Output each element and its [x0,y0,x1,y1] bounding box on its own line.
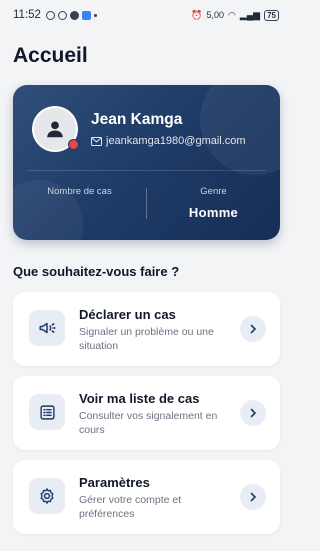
battery-level: 75 [264,9,279,21]
gear-icon [40,488,54,504]
divider [27,170,266,171]
action-description: Consulter vos signalement en cours [79,410,218,436]
case-list-card[interactable]: Voir ma liste de cas Consulter vos signa… [13,376,280,450]
stat-gender: Genre Homme [147,186,280,220]
whatsapp-icon [45,10,55,20]
declare-case-card[interactable]: Déclarer un cas Signaler un problème ou … [13,292,280,366]
page-title: Accueil [13,44,88,67]
action-title: Voir ma liste de cas [79,391,200,406]
action-icon-box [29,310,65,346]
settings-card[interactable]: Paramètres Gérer votre compte et préfére… [13,460,280,534]
user-name: Jean Kamga [91,111,183,128]
stat-case-count: Nombre de cas [13,186,146,205]
decorative-circle [200,85,280,175]
chevron-right-icon [250,492,256,502]
stat-label: Genre [200,186,227,197]
stat-label: Nombre de cas [47,186,112,197]
action-description: Gérer votre compte et préférences [79,494,182,520]
list-icon [39,404,55,420]
status-indicator [68,139,79,150]
status-bar: 11:52 ⏰ 5,00 ◠ ▂▄▆ 75 [0,0,288,30]
alarm-icon: ⏰ [191,9,203,20]
action-description: Signaler un problème ou une situation [79,326,214,352]
chevron-right-button[interactable] [240,484,266,510]
whatsapp-business-icon [57,10,67,20]
action-icon-box [29,394,65,430]
action-title: Déclarer un cas [79,307,176,322]
chevron-right-button[interactable] [240,400,266,426]
mail-icon [91,136,102,146]
signal-icon: ▂▄▆ [239,9,261,20]
user-email: jeankamga1980@gmail.com [106,135,246,147]
messenger-icon [69,10,79,20]
action-icon-box [29,478,65,514]
chevron-right-icon [250,408,256,418]
profile-card[interactable]: Jean Kamga jeankamga1980@gmail.com Nombr… [13,85,280,240]
megaphone-icon [39,322,56,334]
status-time: 11:52 [13,9,41,21]
network-speed: 5,00 [206,10,224,20]
action-title: Paramètres [79,475,150,490]
section-title: Que souhaitez-vous faire ? [13,264,180,279]
stat-value: Homme [188,205,239,220]
user-icon [47,121,63,138]
email-row: jeankamga1980@gmail.com [91,135,246,147]
calendar-icon [81,10,91,20]
status-bar-left: 11:52 [13,9,97,21]
chevron-right-button[interactable] [240,316,266,342]
chevron-right-icon [250,324,256,334]
status-bar-right: ⏰ 5,00 ◠ ▂▄▆ 75 [191,9,279,21]
wifi-icon: ◠ [228,9,236,20]
more-notifications-icon [93,13,97,17]
